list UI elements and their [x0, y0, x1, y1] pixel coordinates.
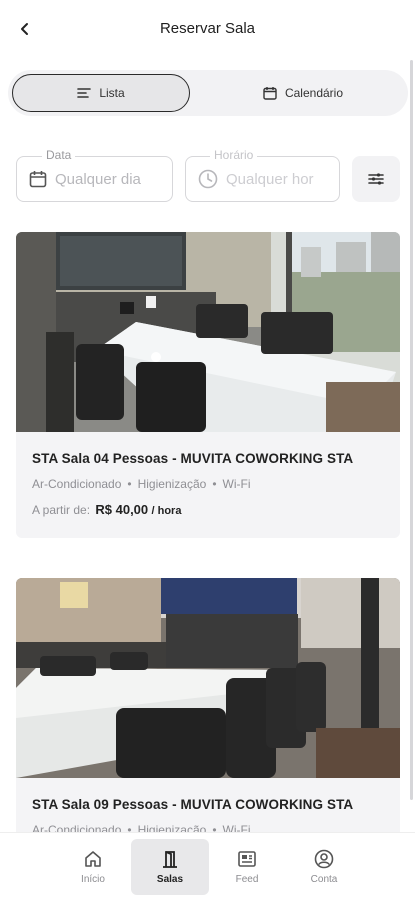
amenity-label: Ar-Condicionado — [32, 477, 122, 491]
amenity-label: Higienização — [137, 477, 207, 491]
date-filter-field[interactable]: Qualquer dia — [16, 156, 173, 202]
price-unit: / hora — [151, 505, 182, 517]
nav-item-salas[interactable]: Salas — [131, 839, 209, 895]
date-filter-value: Qualquer dia — [55, 170, 141, 188]
nav-item-feed[interactable]: Feed — [208, 839, 286, 895]
time-filter-label: Horário — [210, 148, 258, 162]
time-filter-value: Qualquer hor — [226, 170, 314, 188]
view-toggle: Lista Calendário — [8, 70, 408, 116]
room-photo — [16, 578, 400, 778]
user-circle-icon — [314, 849, 334, 869]
room-card[interactable]: STA Sala 09 Pessoas - MUVITA COWORKING S… — [16, 578, 400, 838]
room-title: STA Sala 09 Pessoas - MUVITA COWORKING S… — [32, 797, 354, 812]
calendar-icon — [29, 171, 47, 188]
list-view-label: Lista — [99, 86, 125, 100]
bottom-navigation: Início Salas Feed Conta — [0, 832, 415, 900]
calendar-view-label: Calendário — [284, 86, 344, 100]
calendar-icon — [263, 87, 277, 100]
filter-bar: Qualquer dia Data Qualquer hor Horário — [16, 148, 400, 204]
list-icon — [77, 88, 92, 98]
time-filter-field[interactable]: Qualquer hor — [185, 156, 340, 202]
separator-dot: • — [212, 477, 217, 491]
newspaper-icon — [238, 851, 256, 867]
top-bar: Reservar Sala — [0, 0, 415, 58]
page-title: Reservar Sala — [159, 20, 256, 37]
date-filter-label: Data — [42, 148, 76, 162]
list-view-button[interactable]: Lista — [12, 74, 190, 112]
nav-label: Salas — [156, 874, 184, 885]
calendar-view-button[interactable]: Calendário — [208, 74, 398, 112]
price-value: R$ 40,00 — [95, 502, 149, 517]
nav-label: Conta — [310, 874, 338, 885]
room-photo — [16, 232, 400, 432]
room-title: STA Sala 04 Pessoas - MUVITA COWORKING S… — [32, 451, 354, 466]
nav-label: Feed — [235, 874, 259, 885]
clock-icon — [198, 169, 218, 189]
door-icon — [163, 851, 177, 868]
nav-item-inicio[interactable]: Início — [54, 839, 132, 895]
room-card[interactable]: STA Sala 04 Pessoas - MUVITA COWORKING S… — [16, 232, 400, 538]
amenity-label: Wi-Fi — [222, 477, 251, 491]
room-amenities: Ar-Condicionado • Higienização • Wi-Fi — [32, 477, 251, 491]
advanced-filter-button[interactable] — [352, 156, 400, 202]
scrollbar[interactable] — [410, 60, 413, 800]
room-price: A partir de: R$ 40,00 / hora — [32, 502, 181, 517]
separator-dot: • — [127, 477, 132, 491]
home-icon — [85, 851, 101, 867]
nav-item-conta[interactable]: Conta — [285, 839, 363, 895]
nav-label: Início — [81, 874, 105, 885]
price-prefix: A partir de: — [32, 503, 91, 517]
sliders-icon — [368, 173, 384, 185]
